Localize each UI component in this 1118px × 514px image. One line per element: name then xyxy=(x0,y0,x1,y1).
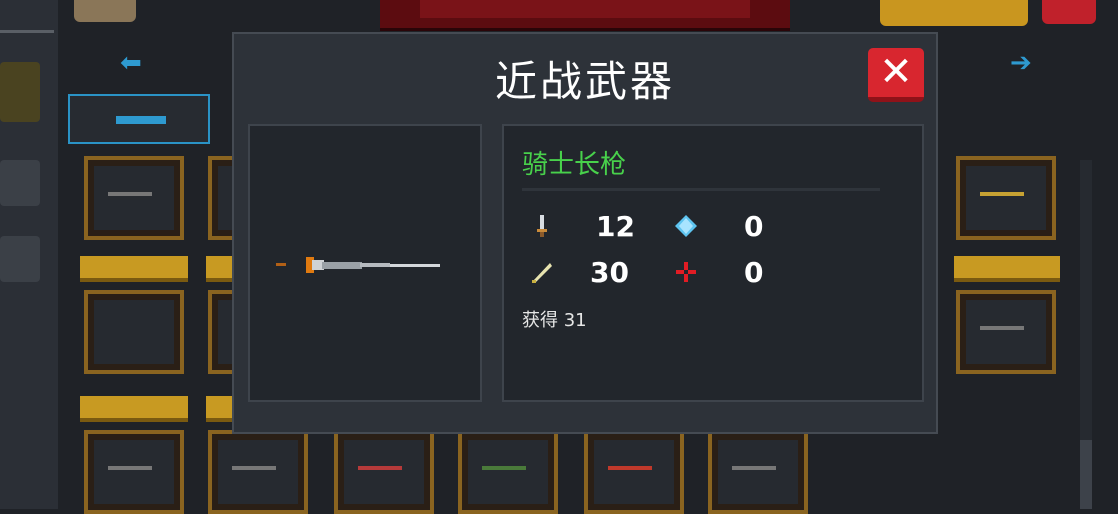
weapon-dialog: 近战武器 ✕ 骑士长枪 12 0 30 0 获得 31 xyxy=(232,32,938,434)
top-banner xyxy=(380,0,790,31)
shelf xyxy=(80,256,188,282)
weapon-slot[interactable] xyxy=(708,430,808,514)
stat-value-speed: 30 xyxy=(590,256,629,289)
close-icon[interactable]: ✕ xyxy=(868,48,924,96)
left-sidebar xyxy=(0,0,58,509)
feather-icon xyxy=(532,263,552,283)
top-badge[interactable] xyxy=(74,0,136,22)
sidebar-tab[interactable] xyxy=(0,160,40,206)
crystal-icon xyxy=(675,215,697,237)
sidebar-tab[interactable] xyxy=(0,236,40,282)
stat-value-damage: 12 xyxy=(596,210,635,243)
acquired-label: 获得 xyxy=(522,310,558,331)
stat-value-crit: 0 xyxy=(744,256,764,289)
weapon-slot[interactable] xyxy=(956,290,1056,374)
shelf xyxy=(954,256,1060,282)
sword-icon xyxy=(537,215,547,237)
weapon-preview xyxy=(248,124,482,402)
acquired-value: 31 xyxy=(563,310,587,331)
weapon-slot[interactable] xyxy=(584,430,684,514)
scrollbar[interactable] xyxy=(1080,160,1092,509)
weapon-slot[interactable] xyxy=(956,156,1056,240)
weapon-slot[interactable] xyxy=(458,430,558,514)
right-arrow-icon[interactable]: ➔ xyxy=(1010,48,1032,78)
crosshair-icon xyxy=(676,262,696,282)
weapon-slot[interactable] xyxy=(334,430,434,514)
weapon-name: 骑士长枪 xyxy=(522,150,627,180)
stat-value-energy: 0 xyxy=(744,210,764,243)
close-button[interactable]: ✕ xyxy=(868,48,924,102)
divider xyxy=(0,30,54,33)
lance-icon xyxy=(276,257,440,273)
category-tab-melee[interactable] xyxy=(68,94,210,144)
shelf xyxy=(80,396,188,422)
weapon-slot[interactable] xyxy=(84,156,184,240)
blade-icon xyxy=(116,116,166,124)
divider xyxy=(522,188,880,191)
sidebar-tab[interactable] xyxy=(0,62,40,122)
weapon-slot[interactable] xyxy=(84,290,184,374)
weapon-info-panel: 骑士长枪 12 0 30 0 获得 31 xyxy=(502,124,924,402)
weapon-slot[interactable] xyxy=(84,430,184,514)
acquired-info: 获得 31 xyxy=(522,306,587,332)
left-arrow-icon[interactable]: ⬅ xyxy=(120,48,142,78)
dialog-title: 近战武器 xyxy=(494,57,675,106)
top-yellow-button[interactable] xyxy=(880,0,1028,26)
top-close-button[interactable] xyxy=(1042,0,1096,24)
weapon-slot[interactable] xyxy=(208,430,308,514)
